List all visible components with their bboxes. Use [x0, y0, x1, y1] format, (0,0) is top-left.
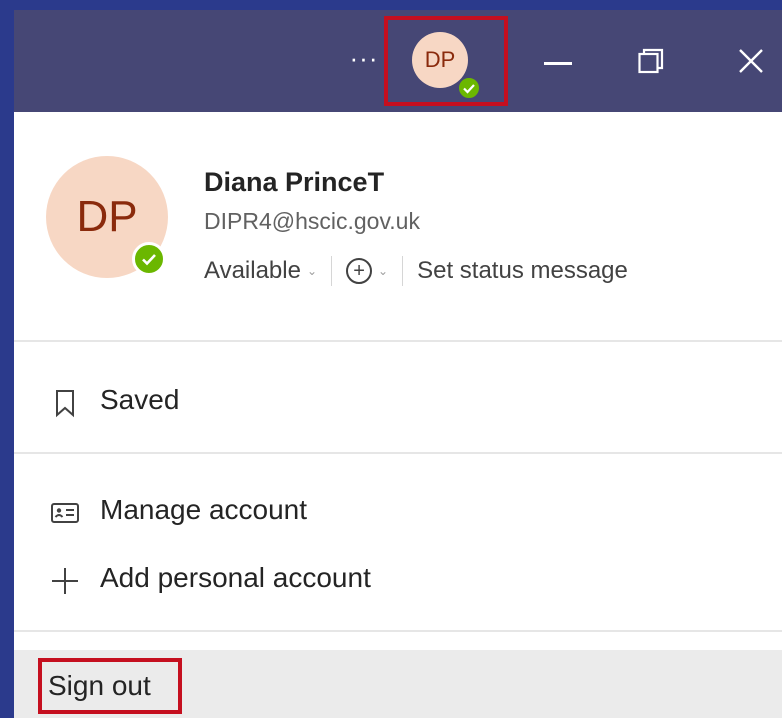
more-options-button[interactable]: ···	[344, 40, 384, 80]
user-name: Diana PrinceT	[204, 167, 385, 197]
manage-account-label: Manage account	[100, 494, 308, 525]
user-email: DIPR4@hscic.gov.uk	[204, 208, 420, 234]
divider	[402, 256, 404, 286]
bookmark-icon	[50, 388, 80, 418]
divider	[14, 452, 782, 454]
divider	[14, 630, 782, 632]
title-bar: ··· DP	[14, 10, 782, 112]
divider	[14, 340, 782, 342]
chevron-down-icon[interactable]: ⌄	[307, 264, 317, 278]
profile-card: DP Diana PrinceT DIPR4@hscic.gov.uk Avai…	[14, 112, 782, 340]
set-status-message-button[interactable]: Set status message	[417, 257, 628, 285]
sign-out-button[interactable]: Sign out	[48, 670, 151, 702]
status-row: Available ⌄ + ⌄ Set status message	[204, 253, 628, 289]
add-icon	[50, 566, 80, 596]
minimize-icon[interactable]	[544, 62, 572, 65]
contact-card-icon	[50, 498, 80, 528]
chevron-down-icon[interactable]: ⌄	[378, 264, 388, 278]
manage-account-menu-item[interactable]: Manage account	[14, 480, 782, 540]
add-personal-account-menu-item[interactable]: Add personal account	[14, 548, 782, 608]
divider	[331, 256, 333, 286]
add-location-icon[interactable]: +	[346, 258, 373, 284]
sign-out-menu-item[interactable]: Sign out	[14, 650, 782, 718]
saved-label: Saved	[100, 384, 180, 415]
availability-dropdown[interactable]: Available	[204, 257, 301, 285]
restore-icon[interactable]	[638, 48, 664, 74]
available-status-icon	[132, 242, 166, 276]
available-status-icon	[457, 76, 481, 100]
close-icon[interactable]	[734, 44, 768, 78]
saved-menu-item[interactable]: Saved	[14, 370, 782, 430]
add-personal-account-label: Add personal account	[100, 562, 371, 593]
